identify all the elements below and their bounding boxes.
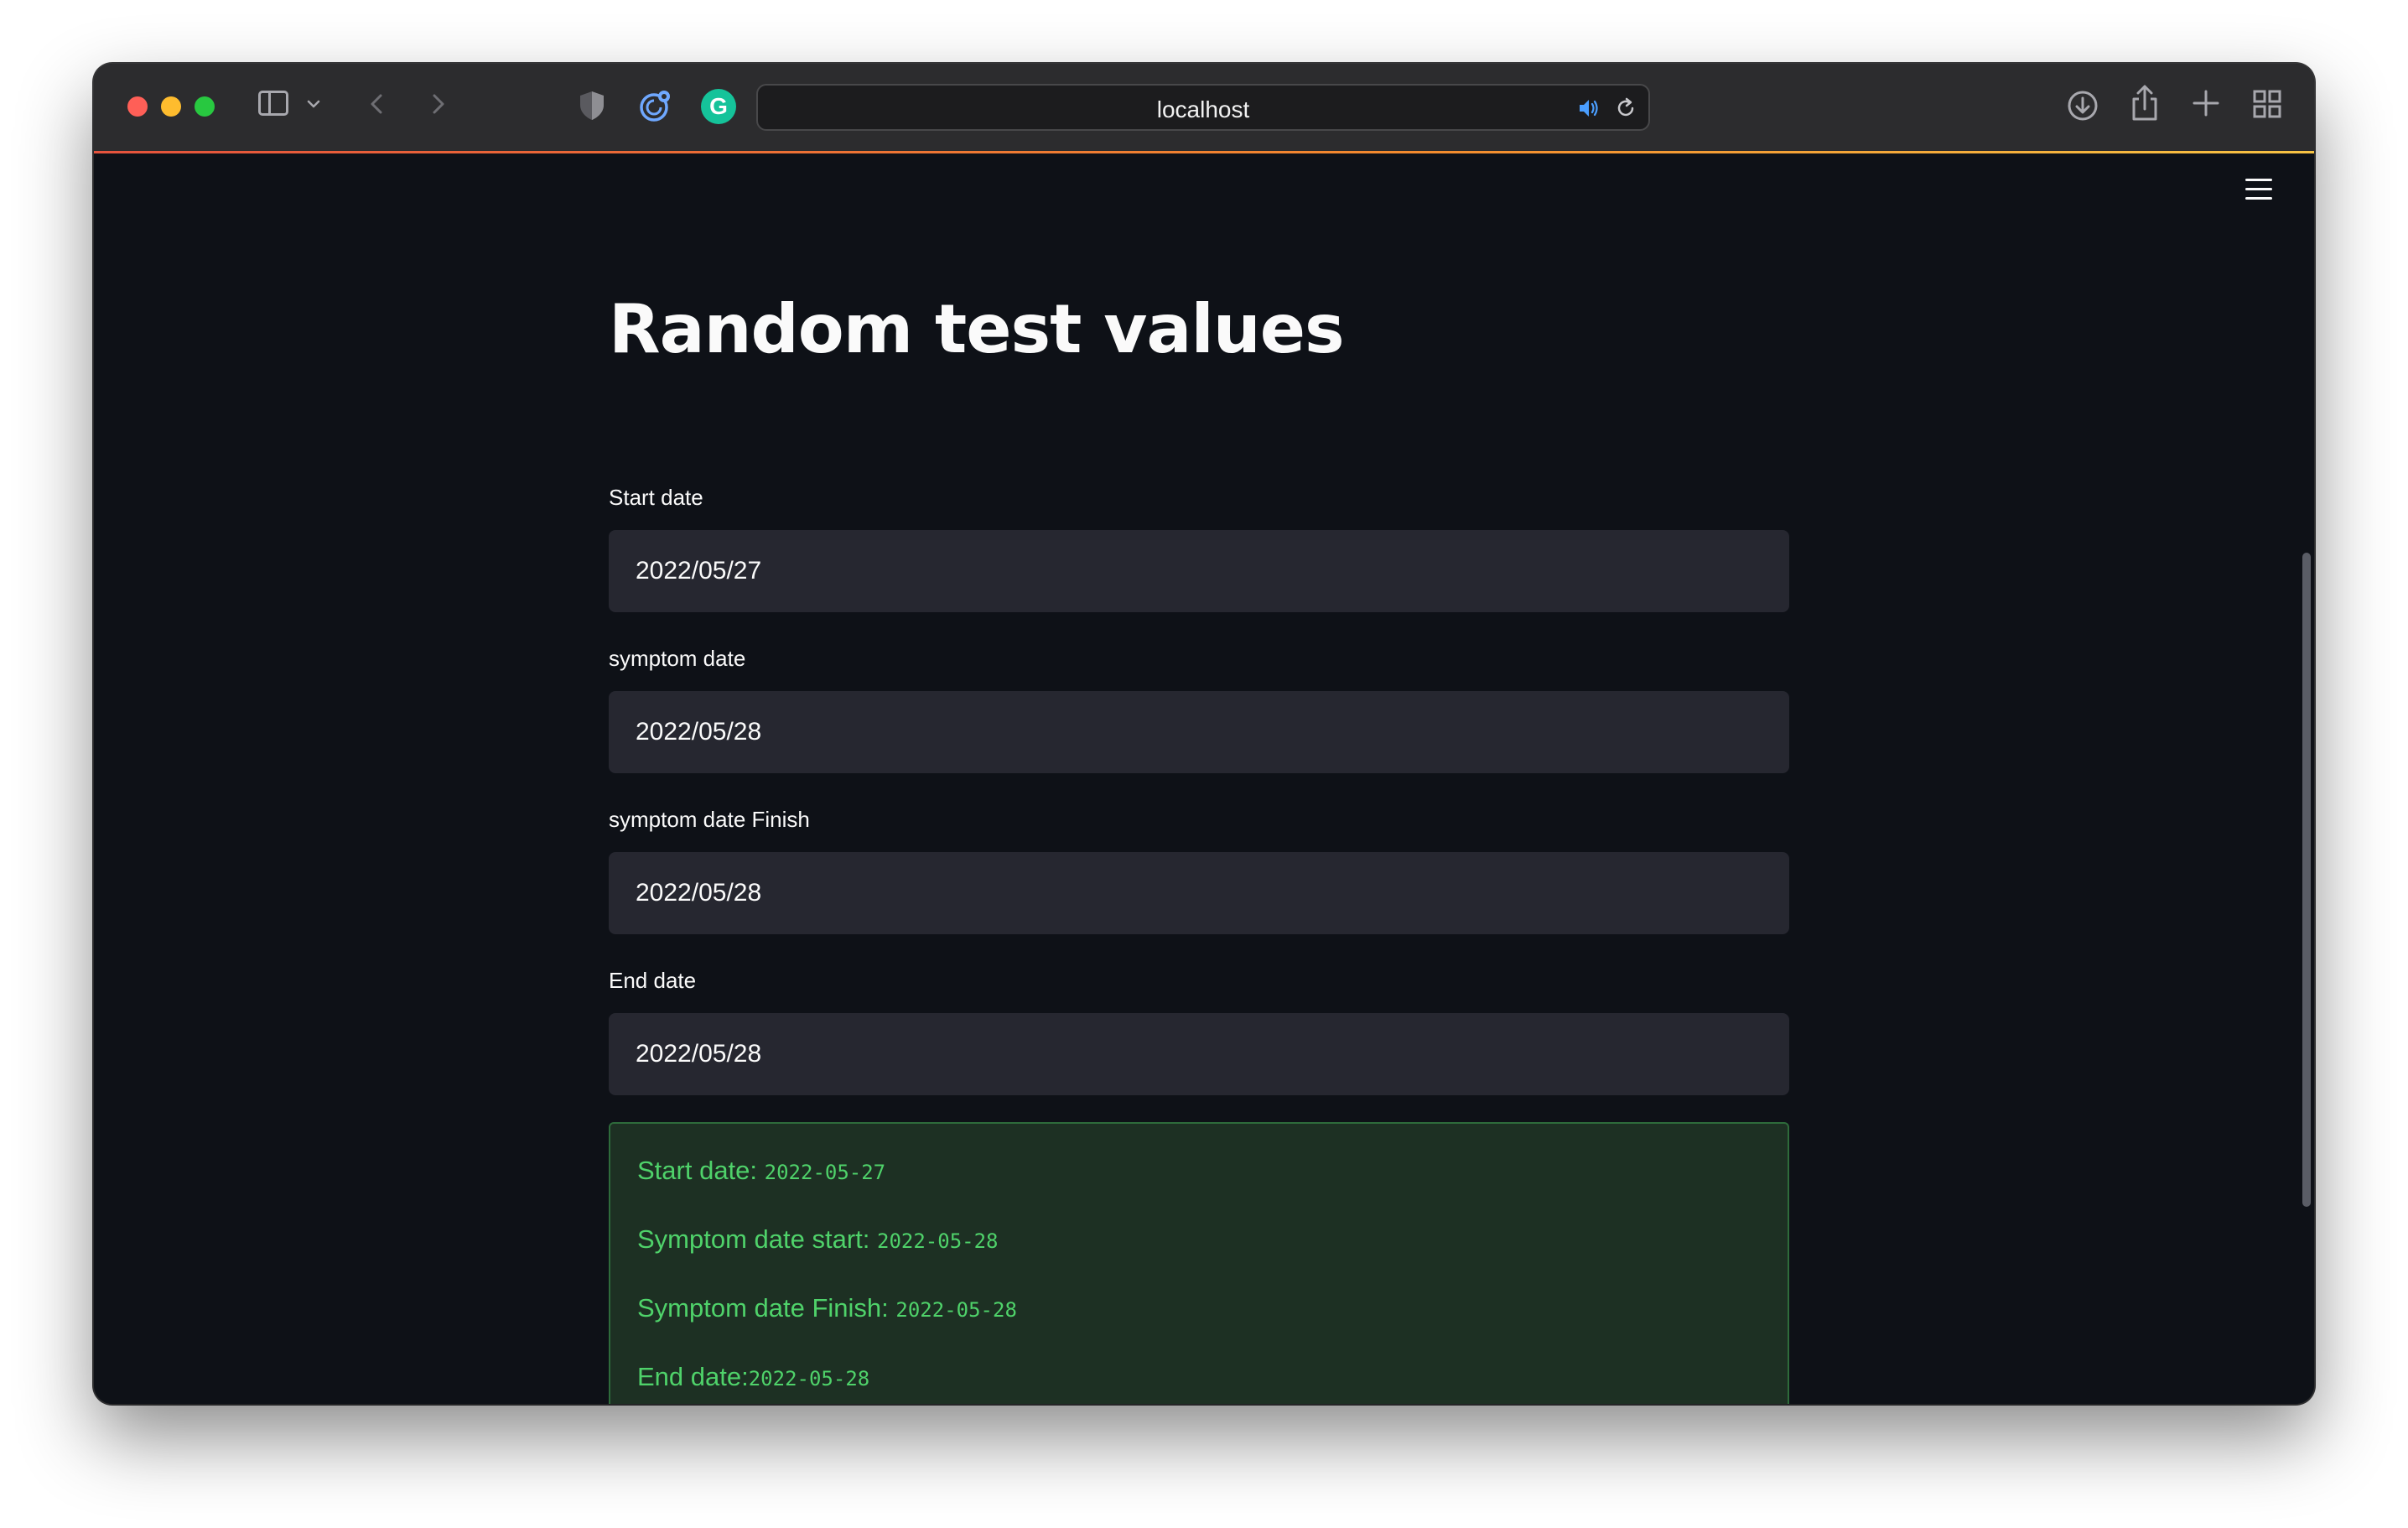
summary-value: 2022-05-27 <box>764 1161 886 1184</box>
summary-label: Symptom date start: <box>637 1224 877 1254</box>
start-date-label: Start date <box>609 485 703 510</box>
chevron-left-icon[interactable] <box>362 89 392 119</box>
summary-label: Start date: <box>637 1156 765 1185</box>
grammarly-icon[interactable]: G <box>701 89 736 124</box>
symptom-date-finish-input[interactable]: 2022/05/28 <box>609 852 1789 934</box>
download-icon[interactable] <box>2066 89 2099 122</box>
zoom-window-button[interactable] <box>195 96 215 117</box>
page-title: Random test values <box>609 290 1345 368</box>
symptom-date-finish-label: symptom date Finish <box>609 807 810 832</box>
browser-toolbar: G localhost <box>94 64 2314 151</box>
end-date-input[interactable]: 2022/05/28 <box>609 1013 1789 1095</box>
sidebar-icon[interactable] <box>258 91 288 116</box>
summary-label: End date: <box>637 1362 749 1391</box>
reload-icon[interactable] <box>1613 96 1638 121</box>
vertical-scrollbar[interactable] <box>2302 553 2311 1207</box>
summary-value: 2022-05-28 <box>877 1229 999 1253</box>
address-bar[interactable]: localhost <box>756 84 1650 131</box>
shield-icon[interactable] <box>577 89 607 122</box>
url-text[interactable]: localhost <box>758 96 1648 123</box>
end-date-label: End date <box>609 968 697 993</box>
hamburger-icon[interactable] <box>2245 177 2272 202</box>
summary-end-date: End date:2022-05-28 <box>637 1362 869 1392</box>
symptom-date-label: symptom date <box>609 646 746 671</box>
summary-value: 2022-05-28 <box>895 1298 1017 1322</box>
share-icon[interactable] <box>2128 84 2161 122</box>
summary-start-date: Start date: 2022-05-27 <box>637 1156 885 1186</box>
speaker-icon[interactable] <box>1576 96 1601 121</box>
summary-symptom-start: Symptom date start: 2022-05-28 <box>637 1224 999 1255</box>
summary-value: 2022-05-28 <box>748 1367 870 1390</box>
browser-window: G localhost Random test values Start dat… <box>94 64 2314 1404</box>
success-summary-box: Start date: 2022-05-27 Symptom date star… <box>609 1122 1789 1404</box>
summary-symptom-finish: Symptom date Finish: 2022-05-28 <box>637 1293 1017 1323</box>
close-window-button[interactable] <box>127 96 148 117</box>
chevron-down-icon[interactable] <box>305 96 322 112</box>
grammarly-letter: G <box>709 93 728 119</box>
chevron-right-icon[interactable] <box>423 89 453 119</box>
page-content: Random test values Start date 2022/05/27… <box>94 153 2314 1404</box>
minimize-window-button[interactable] <box>161 96 181 117</box>
summary-label: Symptom date Finish: <box>637 1293 896 1323</box>
start-date-input[interactable]: 2022/05/27 <box>609 530 1789 612</box>
symptom-date-input[interactable]: 2022/05/28 <box>609 691 1789 773</box>
grid-icon[interactable] <box>2252 89 2282 119</box>
plus-icon[interactable] <box>2190 87 2222 119</box>
extension-icon[interactable] <box>637 87 674 124</box>
